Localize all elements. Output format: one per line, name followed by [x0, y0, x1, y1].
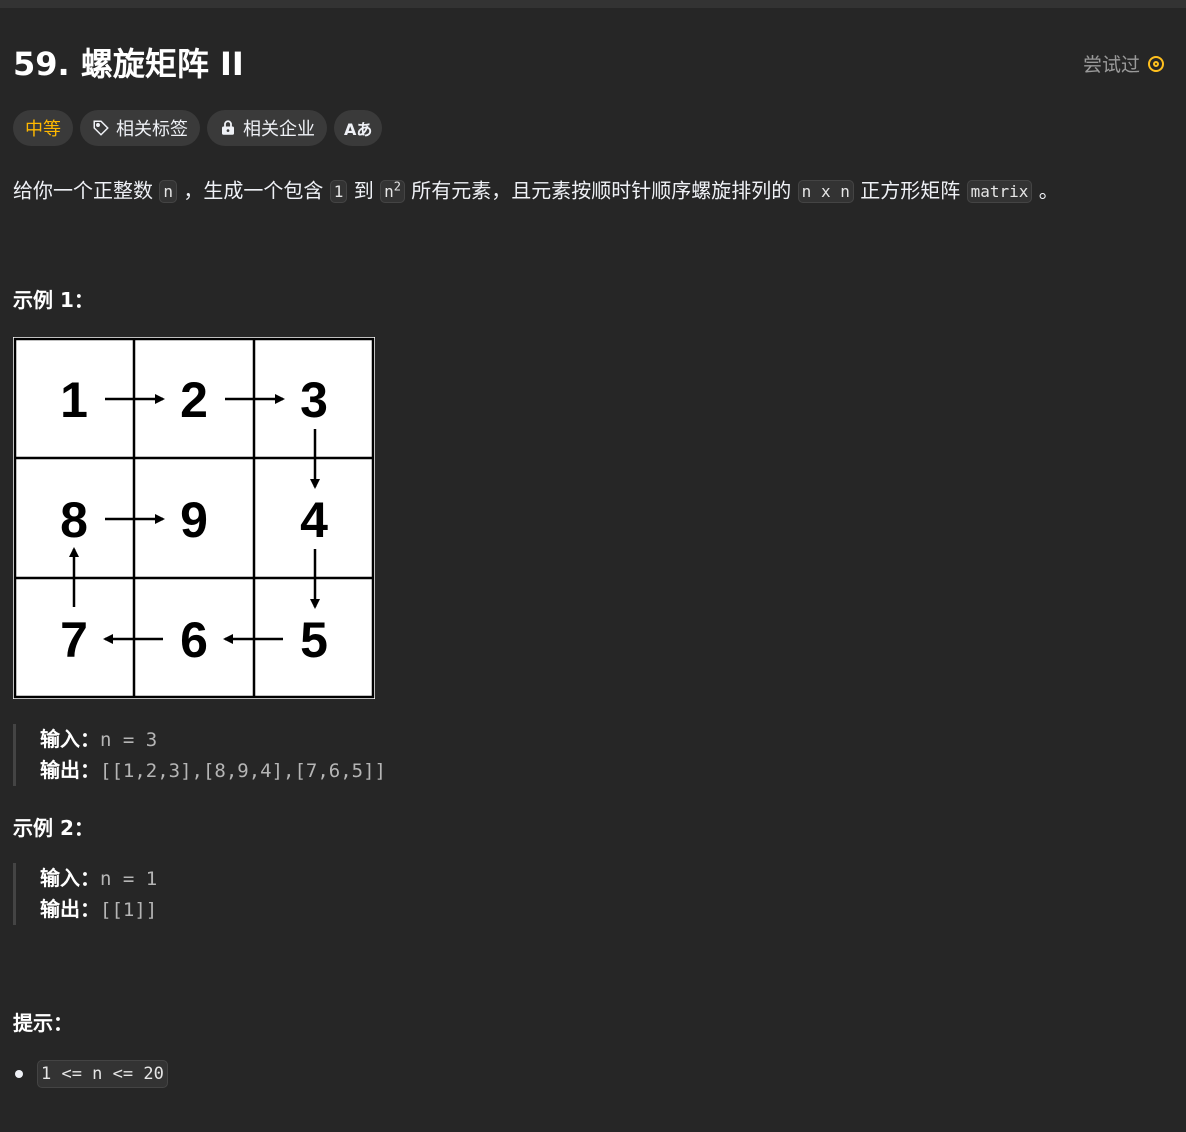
example1-io: 输入：n = 3 输出：[[1,2,3],[8,9,4],[7,6,5]] — [13, 724, 386, 786]
matrix-cell: 8 — [60, 492, 88, 548]
desc-text: 正方形矩阵 — [853, 178, 967, 203]
matrix-cell: 7 — [60, 612, 88, 668]
desc-text: 给你一个正整数 — [13, 178, 160, 203]
power-base: n — [384, 182, 394, 202]
desc-text: 到 — [347, 178, 381, 203]
matrix-cell: 4 — [300, 492, 328, 548]
bullet-icon — [15, 1070, 23, 1078]
desc-text: ，生成一个包含 — [177, 178, 330, 203]
tried-status-label: 尝试过 — [1082, 54, 1140, 76]
problem-description: 给你一个正整数 n ，生成一个包含 1 到 n2 所有元素，且元素按顺时针顺序螺… — [13, 172, 1059, 207]
output-label: 输出： — [40, 758, 100, 782]
tried-circle-icon — [1148, 55, 1164, 72]
output-value: [[1,2,3],[8,9,4],[7,6,5]] — [100, 760, 386, 782]
lock-icon — [222, 120, 234, 135]
matrix-cell: 1 — [60, 372, 88, 428]
power-exponent: 2 — [393, 180, 401, 194]
tag-icon — [93, 120, 109, 136]
translate-icon: Aあ — [344, 120, 373, 139]
inline-code: n x n — [797, 180, 854, 204]
inline-code: matrix — [966, 180, 1033, 204]
input-label: 输入： — [40, 866, 100, 890]
example2-input-row: 输入：n = 1 — [40, 863, 157, 894]
example2-io: 输入：n = 1 输出：[[1]] — [13, 863, 157, 925]
top-bar — [0, 0, 1186, 8]
inline-code-power: n2 — [380, 180, 405, 204]
output-label: 输出： — [40, 897, 100, 921]
example1-heading: 示例 1： — [13, 288, 94, 312]
hints-heading: 提示： — [13, 1011, 73, 1035]
related-tags-button[interactable]: 相关标签 — [80, 110, 200, 146]
input-value: n = 1 — [100, 868, 158, 890]
example2-output-row: 输出：[[1]] — [40, 894, 157, 925]
desc-text: 所有元素，且元素按顺时针顺序螺旋排列的 — [404, 178, 798, 203]
output-value: [[1]] — [100, 899, 158, 921]
related-tags-label: 相关标签 — [116, 119, 188, 140]
input-value: n = 3 — [100, 729, 158, 751]
translate-button[interactable]: Aあ — [334, 110, 383, 146]
inline-code: n — [159, 180, 177, 204]
hint-item: 1 <= n <= 20 — [37, 1060, 168, 1088]
matrix-cell: 2 — [180, 372, 208, 428]
matrix-cell: 5 — [300, 612, 328, 668]
difficulty-label: 中等 — [25, 119, 61, 140]
inline-code: 1 — [329, 180, 348, 204]
hints-list: 1 <= n <= 20 — [13, 1060, 168, 1088]
matrix-cell: 9 — [180, 492, 208, 548]
example1-output-row: 输出：[[1,2,3],[8,9,4],[7,6,5]] — [40, 755, 386, 786]
input-label: 输入： — [40, 727, 100, 751]
matrix-cell: 3 — [300, 372, 328, 428]
difficulty-badge[interactable]: 中等 — [13, 110, 73, 146]
problem-title: 59. 螺旋矩阵 II — [13, 45, 244, 83]
example2-heading: 示例 2： — [13, 816, 94, 840]
related-companies-button[interactable]: 相关企业 — [207, 110, 327, 146]
related-companies-label: 相关企业 — [243, 119, 315, 140]
tag-bar: 中等 相关标签 相关企业 Aあ — [13, 110, 383, 146]
matrix-cell: 6 — [180, 612, 208, 668]
spiral-matrix-image: 1 2 3 8 9 4 7 6 5 — [13, 337, 375, 699]
desc-text: 。 — [1032, 178, 1059, 203]
example1-input-row: 输入：n = 3 — [40, 724, 386, 755]
tried-status: 尝试过 — [1083, 50, 1164, 77]
